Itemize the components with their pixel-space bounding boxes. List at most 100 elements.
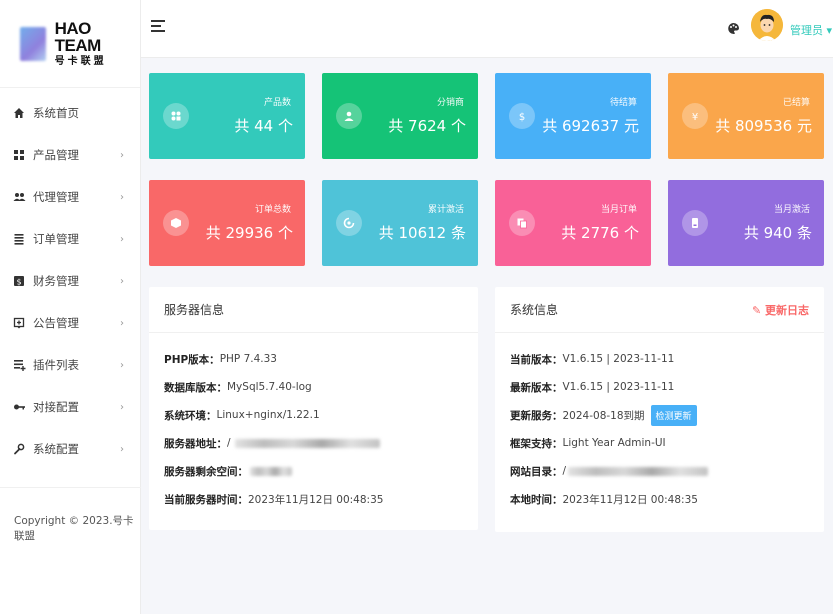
pencil-icon: ✎ (751, 303, 765, 317)
stat-value: 共 809536 元 (715, 117, 812, 135)
stat-value: 共 10612 条 (378, 224, 466, 242)
card-icon (682, 210, 708, 236)
users-icon (12, 190, 26, 204)
info-row: 服务器地址： / (164, 429, 463, 457)
notice-icon (12, 316, 26, 330)
info-row: 数据库版本： MySql5.7.40-log (164, 381, 312, 394)
sidebar: HAO TEAM 号卡联盟 系统首页 产品管理 › 代理管理 › 订单管理 › … (0, 0, 141, 614)
sidebar-item-notice[interactable]: 公告管理 › (0, 302, 140, 344)
info-row: 当前服务器时间： 2023年11月12日 00:48:35 (164, 493, 384, 506)
sidebar-item-label: 产品管理 (33, 148, 79, 162)
stat-value: 共 7624 个 (388, 117, 466, 135)
svg-text:$: $ (519, 112, 525, 122)
sidebar-item-home[interactable]: 系统首页 (0, 92, 140, 134)
avatar[interactable] (751, 9, 783, 41)
chevron-right-icon: › (120, 233, 124, 245)
sidebar-item-label: 代理管理 (33, 190, 79, 204)
panel-title: 服务器信息 (164, 303, 225, 317)
svg-text:$: $ (16, 277, 21, 286)
palette-icon[interactable] (727, 22, 740, 39)
stat-value: 共 29936 个 (205, 224, 293, 242)
info-row: 本地时间： 2023年11月12日 00:48:35 (510, 493, 698, 506)
chevron-right-icon: › (120, 275, 124, 287)
stat-card-distributors[interactable]: 分销商 共 7624 个 (322, 73, 478, 159)
plugin-icon (12, 358, 26, 372)
stat-card-monthly-orders[interactable]: 当月订单 共 2776 个 (495, 180, 651, 266)
sidebar-item-label: 系统首页 (33, 106, 79, 120)
stat-label: 当月激活 (773, 205, 810, 215)
copyright: Copyright © 2023.号卡联盟 (0, 487, 141, 543)
stat-value: 共 2776 个 (561, 224, 639, 242)
activate-icon (336, 210, 362, 236)
sidebar-item-label: 公告管理 (33, 316, 79, 330)
stat-value: 共 44 个 (234, 117, 293, 135)
chevron-right-icon: › (120, 191, 124, 203)
info-row: PHP版本： PHP 7.4.33 (164, 353, 277, 366)
stat-card-pending-settlement[interactable]: $ 待结算 共 692637 元 (495, 73, 651, 159)
logo-subtitle: 号卡联盟 (54, 56, 107, 67)
stat-label: 累计激活 (427, 205, 464, 215)
redacted-text (250, 466, 292, 476)
stat-card-settled[interactable]: ¥ 已结算 共 809536 元 (668, 73, 824, 159)
info-row: 系统环境： Linux+nginx/1.22.1 (164, 409, 320, 422)
sidebar-item-integration[interactable]: 对接配置 › (0, 386, 140, 428)
info-row: 服务器剩余空间： (164, 457, 463, 485)
sidebar-item-settings[interactable]: 系统配置 › (0, 428, 140, 470)
server-info-panel: 服务器信息 PHP版本： PHP 7.4.33 数据库版本： MySql5.7.40… (149, 287, 478, 530)
sidebar-item-agents[interactable]: 代理管理 › (0, 176, 140, 218)
yen-icon: ¥ (682, 103, 708, 129)
sidebar-item-label: 插件列表 (33, 358, 79, 372)
stat-label: 分销商 (436, 98, 464, 108)
sidebar-item-label: 财务管理 (33, 274, 79, 288)
logo[interactable]: HAO TEAM 号卡联盟 (0, 0, 140, 88)
stat-label: 已结算 (782, 98, 810, 108)
logo-title: HAO TEAM (54, 19, 102, 55)
info-row: 框架支持： Light Year Admin-UI (510, 437, 666, 450)
panel-title: 系统信息 (510, 303, 559, 317)
chevron-right-icon: › (120, 401, 124, 413)
info-row: 最新版本： V1.6.15 | 2023-11-11 (510, 381, 675, 394)
sidebar-item-finance[interactable]: $ 财务管理 › (0, 260, 140, 302)
sidebar-item-plugins[interactable]: 插件列表 › (0, 344, 140, 386)
home-icon (12, 106, 26, 120)
key-icon (12, 400, 26, 414)
sidebar-item-label: 对接配置 (33, 400, 79, 414)
top-header: 管理员 ▾ (141, 0, 833, 58)
user-menu[interactable]: 管理员 ▾ (790, 22, 832, 38)
check-update-button[interactable]: 检测更新 (650, 404, 697, 426)
redacted-text (234, 438, 380, 448)
stat-value: 共 940 条 (743, 224, 812, 242)
chevron-right-icon: › (120, 359, 124, 371)
dollar-icon: $ (12, 274, 26, 288)
grid-icon (12, 148, 26, 162)
dollar-icon: $ (509, 103, 535, 129)
user-icon (336, 103, 362, 129)
chevron-right-icon: › (120, 317, 124, 329)
info-row: 网站目录： / (510, 457, 809, 485)
box-icon (163, 210, 189, 236)
sidebar-item-products[interactable]: 产品管理 › (0, 134, 140, 176)
menu-toggle-icon[interactable] (151, 20, 165, 32)
sidebar-item-label: 系统配置 (33, 442, 79, 456)
stat-label: 订单总数 (254, 205, 291, 215)
sidebar-item-orders[interactable]: 订单管理 › (0, 218, 140, 260)
sidebar-nav: 系统首页 产品管理 › 代理管理 › 订单管理 › $ 财务管理 › 公告管理 … (0, 88, 140, 470)
sidebar-item-label: 订单管理 (33, 232, 79, 246)
stat-label: 待结算 (609, 98, 637, 108)
product-icon (163, 103, 189, 129)
stat-value: 共 692637 元 (542, 117, 639, 135)
stat-card-total-orders[interactable]: 订单总数 共 29936 个 (149, 180, 305, 266)
copy-icon (509, 210, 535, 236)
redacted-text (568, 466, 709, 476)
svg-text:¥: ¥ (692, 112, 698, 122)
stat-card-total-activations[interactable]: 累计激活 共 10612 条 (322, 180, 478, 266)
stat-card-products[interactable]: 产品数 共 44 个 (149, 73, 305, 159)
update-log-link[interactable]: ✎ 更新日志 (752, 302, 809, 318)
settings-icon (12, 442, 26, 456)
logo-mark-icon (20, 26, 46, 61)
chevron-right-icon: › (120, 443, 124, 455)
stat-card-monthly-activations[interactable]: 当月激活 共 940 条 (668, 180, 824, 266)
system-info-panel: 系统信息 ✎ 更新日志 当前版本： V1.6.15 | 2023-11-11 最新… (495, 287, 824, 532)
info-row: 更新服务： 2024-08-18到期 检测更新 (510, 401, 809, 429)
stat-label: 产品数 (263, 98, 291, 108)
